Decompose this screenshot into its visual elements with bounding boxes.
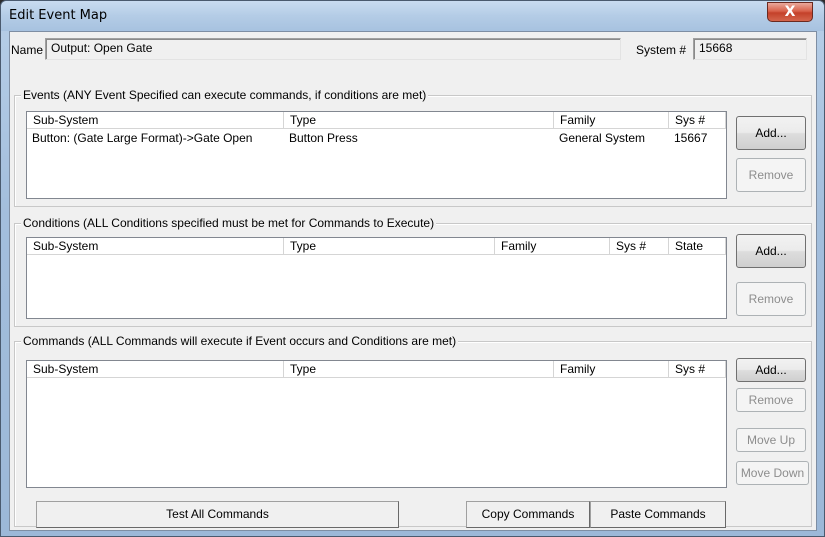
events-group-title: Events (ANY Event Specified can execute … — [21, 88, 429, 102]
events-remove-button[interactable]: Remove — [736, 158, 806, 192]
window-title: Edit Event Map — [9, 8, 108, 23]
copy-commands-button[interactable]: Copy Commands — [466, 501, 590, 528]
events-add-button[interactable]: Add... — [736, 116, 806, 150]
row-sys: 15667 — [674, 131, 708, 145]
commands-list-header: Sub-System Type Family Sys # — [27, 361, 726, 378]
close-icon: X — [784, 4, 796, 20]
test-all-commands-button[interactable]: Test All Commands — [36, 501, 399, 528]
dialog-body: Name Output: Open Gate System # 15668 Ev… — [9, 31, 817, 531]
conditions-col-sys[interactable]: Sys # — [610, 238, 669, 255]
row-subsystem: Button: (Gate Large Format)->Gate Open — [32, 131, 253, 145]
commands-col-subsystem[interactable]: Sub-System — [27, 361, 284, 378]
conditions-group-title: Conditions (ALL Conditions specified mus… — [21, 216, 437, 230]
commands-list[interactable]: Sub-System Type Family Sys # — [26, 360, 727, 488]
events-col-family[interactable]: Family — [554, 112, 669, 129]
conditions-col-state[interactable]: State — [669, 238, 726, 255]
name-label: Name — [11, 43, 44, 57]
move-down-button[interactable]: Move Down — [736, 461, 809, 485]
table-row[interactable]: Button: (Gate Large Format)->Gate Open B… — [27, 130, 726, 146]
events-list[interactable]: Sub-System Type Family Sys # Button: (Ga… — [26, 111, 727, 199]
events-col-type[interactable]: Type — [284, 112, 554, 129]
commands-col-type[interactable]: Type — [284, 361, 554, 378]
commands-remove-button[interactable]: Remove — [736, 388, 806, 412]
conditions-remove-button[interactable]: Remove — [736, 282, 806, 316]
row-family: General System — [559, 131, 646, 145]
conditions-list[interactable]: Sub-System Type Family Sys # State — [26, 237, 727, 319]
events-col-subsystem[interactable]: Sub-System — [27, 112, 284, 129]
commands-group-title: Commands (ALL Commands will execute if E… — [21, 334, 459, 348]
edit-event-map-window: Edit Event Map X Name Output: Open Gate … — [0, 0, 825, 537]
row-type: Button Press — [289, 131, 358, 145]
commands-col-sys[interactable]: Sys # — [669, 361, 726, 378]
events-col-sys[interactable]: Sys # — [669, 112, 726, 129]
system-number-label: System # — [636, 43, 687, 57]
events-list-header: Sub-System Type Family Sys # — [27, 112, 726, 129]
close-button[interactable]: X — [767, 2, 813, 22]
name-input[interactable]: Output: Open Gate — [45, 38, 621, 60]
move-up-button[interactable]: Move Up — [736, 428, 806, 452]
paste-commands-button[interactable]: Paste Commands — [590, 501, 726, 528]
conditions-add-button[interactable]: Add... — [736, 234, 806, 268]
conditions-col-subsystem[interactable]: Sub-System — [27, 238, 284, 255]
title-bar[interactable]: Edit Event Map X — [1, 1, 824, 31]
conditions-col-type[interactable]: Type — [284, 238, 495, 255]
system-number-field[interactable]: 15668 — [693, 38, 807, 60]
conditions-list-header: Sub-System Type Family Sys # State — [27, 238, 726, 255]
conditions-col-family[interactable]: Family — [495, 238, 610, 255]
commands-col-family[interactable]: Family — [554, 361, 669, 378]
commands-add-button[interactable]: Add... — [736, 358, 806, 382]
